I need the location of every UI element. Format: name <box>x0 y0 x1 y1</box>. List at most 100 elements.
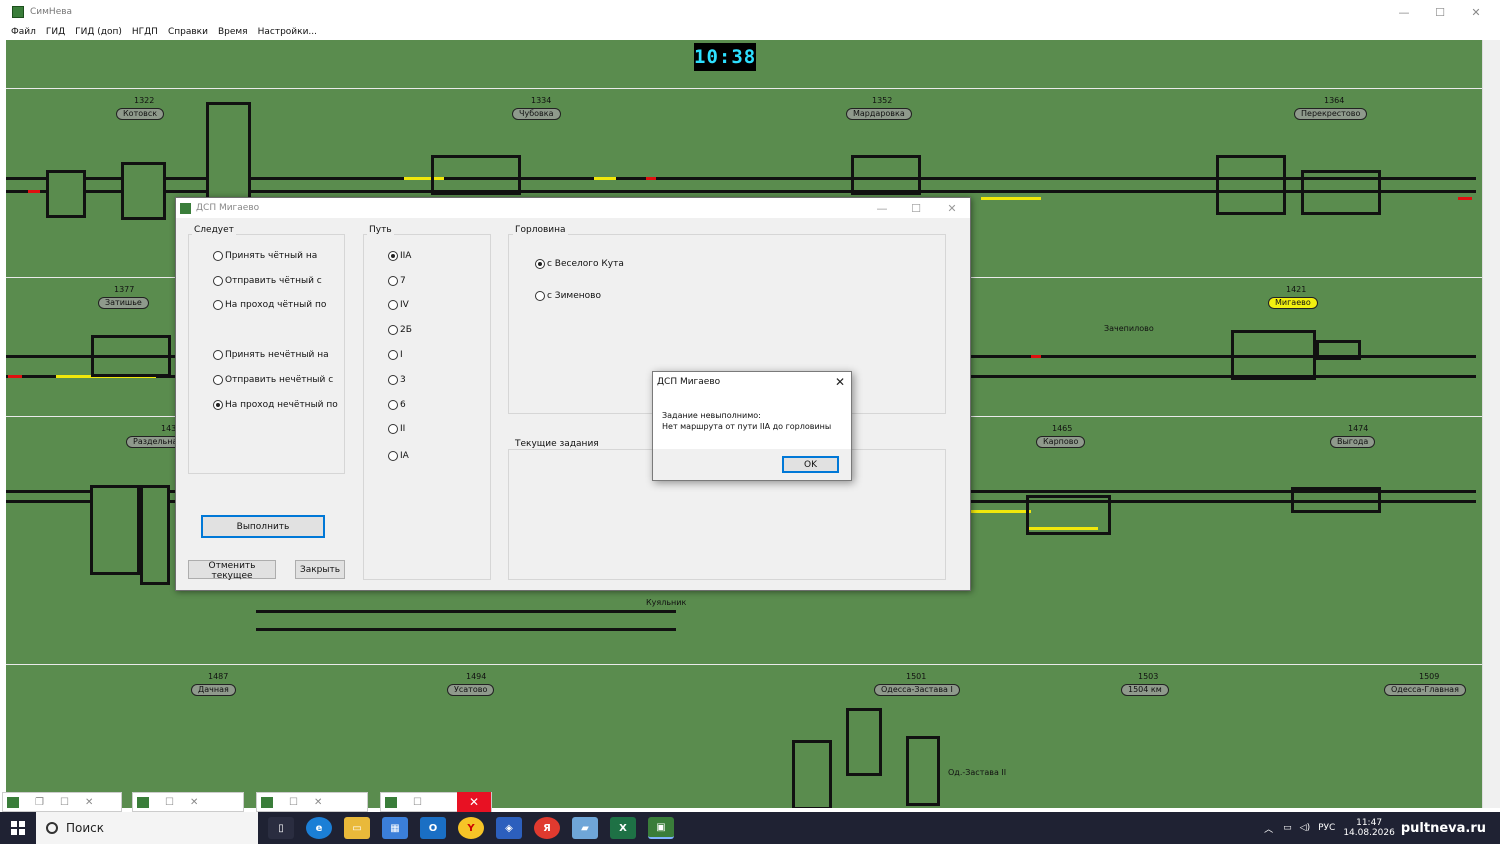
close-icon[interactable]: ✕ <box>85 797 93 808</box>
radio-circle-icon[interactable] <box>213 300 223 310</box>
vertical-scrollbar[interactable] <box>1482 40 1500 808</box>
station-label[interactable]: Затишье <box>98 297 149 309</box>
close-icon[interactable]: ✕ <box>457 792 491 812</box>
outlook-icon[interactable]: O <box>420 817 446 839</box>
yandex-browser-icon[interactable]: Y <box>458 817 484 839</box>
radio-circle-icon[interactable] <box>388 424 398 434</box>
radio-circle-icon[interactable] <box>388 276 398 286</box>
track-option-radio[interactable]: II <box>388 424 405 434</box>
dialog-minimize-button[interactable]: — <box>864 198 900 218</box>
follows-option-radio[interactable]: Отправить чётный с <box>213 276 322 286</box>
follows-option-radio[interactable]: На проход нечётный по <box>213 400 338 410</box>
dialog-close-button[interactable]: ✕ <box>934 198 970 218</box>
station-label[interactable]: Карпово <box>1036 436 1086 448</box>
track-option-radio[interactable]: IA <box>388 451 409 461</box>
chevron-up-icon[interactable]: ︿ <box>1264 822 1273 835</box>
radio-circle-icon[interactable] <box>388 451 398 461</box>
station-label[interactable]: Дачная <box>191 684 236 696</box>
radio-circle-icon[interactable] <box>213 251 223 261</box>
radio-circle-icon[interactable] <box>213 276 223 286</box>
follows-option-radio[interactable]: На проход чётный по <box>213 300 326 310</box>
station-label[interactable]: Одесса-Главная <box>1384 684 1466 696</box>
menu-gid-extra[interactable]: ГИД (доп) <box>75 27 122 37</box>
radio-circle-icon[interactable] <box>388 251 398 261</box>
volume-icon[interactable]: ◁) <box>1300 823 1310 833</box>
radio-circle-icon[interactable] <box>388 350 398 360</box>
follows-option-radio[interactable]: Принять нечётный на <box>213 350 329 360</box>
station-label[interactable]: Мардаровка <box>846 108 912 120</box>
ok-button[interactable]: OK <box>782 456 839 473</box>
menu-time[interactable]: Время <box>218 27 248 37</box>
station-label[interactable]: Одесса-Застава I <box>874 684 960 696</box>
menu-file[interactable]: Файл <box>11 27 36 37</box>
station-label[interactable]: Котовск <box>116 108 165 120</box>
taskbar-search[interactable]: Поиск <box>36 812 258 844</box>
track-option-radio[interactable]: 6 <box>388 400 406 410</box>
yandex-icon[interactable]: Я <box>534 817 560 839</box>
station-label[interactable]: Перекрестово <box>1294 108 1368 120</box>
excel-icon[interactable]: X <box>610 817 636 839</box>
menu-settings[interactable]: Настройки... <box>258 27 317 37</box>
track-option-radio[interactable]: 7 <box>388 276 406 286</box>
clock-area[interactable]: 11:47 14.08.2026 <box>1343 818 1395 838</box>
maximize-button[interactable]: ☐ <box>1422 0 1458 24</box>
file-explorer-icon[interactable]: ▭ <box>344 817 370 839</box>
radio-circle-icon[interactable] <box>213 350 223 360</box>
station-label[interactable]: Усатово <box>447 684 495 696</box>
track-option-radio[interactable]: I <box>388 350 403 360</box>
follows-option-radio[interactable]: Отправить нечётный с <box>213 375 333 385</box>
minimized-window[interactable]: ☐ ✕ <box>380 792 492 812</box>
start-button[interactable] <box>0 812 36 844</box>
message-close-icon[interactable]: ✕ <box>835 375 845 389</box>
maximize-icon[interactable]: ☐ <box>165 797 174 808</box>
track-option-radio[interactable]: IIA <box>388 251 411 261</box>
minimized-window[interactable]: ☐ ✕ <box>132 792 244 812</box>
radio-circle-icon[interactable] <box>388 300 398 310</box>
maximize-icon[interactable]: ☐ <box>289 797 298 808</box>
track-option-radio[interactable]: 2Б <box>388 325 412 335</box>
close-button[interactable]: ✕ <box>1458 0 1494 24</box>
maximize-icon[interactable]: ☐ <box>60 797 69 808</box>
execute-button[interactable]: Выполнить <box>201 515 325 538</box>
menu-gid[interactable]: ГИД <box>46 27 65 37</box>
station-label[interactable]: Чубовка <box>512 108 561 120</box>
minimized-window[interactable]: ☐ ✕ <box>256 792 368 812</box>
track-option-radio[interactable]: 3 <box>388 375 406 385</box>
menu-reference[interactable]: Справки <box>168 27 208 37</box>
station-tracks <box>1301 170 1381 215</box>
minimize-button[interactable]: — <box>1386 0 1422 24</box>
follows-option-radio[interactable]: Принять чётный на <box>213 251 317 261</box>
store-icon[interactable]: ▦ <box>382 817 408 839</box>
dialog-app-icon <box>180 202 191 214</box>
close-dialog-button[interactable]: Закрыть <box>295 560 345 579</box>
message-body: Задание невыполнимо: Нет маршрута от пут… <box>653 392 851 432</box>
track-option-radio[interactable]: IV <box>388 300 409 310</box>
radio-circle-icon[interactable] <box>535 291 545 301</box>
close-icon[interactable]: ✕ <box>190 797 198 808</box>
station-label[interactable]: Выгода <box>1330 436 1376 448</box>
language-indicator[interactable]: РУС <box>1318 823 1335 833</box>
edge-icon[interactable]: e <box>306 817 332 839</box>
simneva-taskbar-icon[interactable]: ▣ <box>648 817 674 839</box>
close-icon[interactable]: ✕ <box>314 797 322 808</box>
restore-icon[interactable]: ❐ <box>35 797 44 808</box>
notes-icon[interactable]: ▰ <box>572 817 598 839</box>
radio-circle-icon[interactable] <box>388 400 398 410</box>
radio-circle-icon[interactable] <box>388 375 398 385</box>
minimized-window[interactable]: ❐ ☐ ✕ <box>2 792 122 812</box>
radio-circle-icon[interactable] <box>535 259 545 269</box>
throat-option-radio[interactable]: с Веселого Кута <box>535 259 624 269</box>
dialog-maximize-button[interactable]: ☐ <box>898 198 934 218</box>
cancel-current-button[interactable]: Отменить текущее <box>188 560 276 581</box>
task-view-icon[interactable]: ▯ <box>268 817 294 839</box>
radio-circle-icon[interactable] <box>213 400 223 410</box>
defender-icon[interactable]: ◈ <box>496 817 522 839</box>
network-icon[interactable]: ▭ <box>1283 823 1292 833</box>
menu-ngdp[interactable]: НГДП <box>132 27 158 37</box>
station-label[interactable]: 1504 км <box>1121 684 1169 696</box>
radio-circle-icon[interactable] <box>388 325 398 335</box>
radio-circle-icon[interactable] <box>213 375 223 385</box>
maximize-icon[interactable]: ☐ <box>413 797 422 808</box>
throat-option-radio[interactable]: с Зименово <box>535 291 601 301</box>
station-label-selected[interactable]: Мигаево <box>1268 297 1318 309</box>
